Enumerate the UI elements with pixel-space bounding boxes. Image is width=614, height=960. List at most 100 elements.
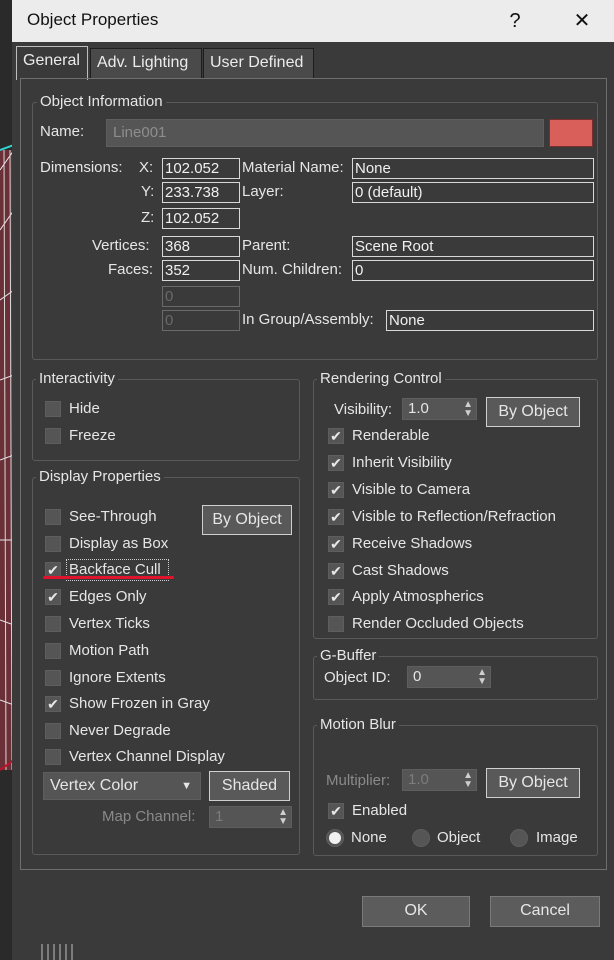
faces-value: 352 (162, 260, 240, 281)
display-as-box-label: Display as Box (69, 535, 169, 552)
dimensions-label: Dimensions: (40, 159, 123, 176)
visible-to-reflection-checkbox[interactable]: ✔ (328, 509, 344, 525)
viewport-edge-lines (41, 944, 73, 960)
cast-shadows-label: Cast Shadows (352, 562, 449, 579)
radio-object-label: Object (437, 829, 481, 846)
vertex-ticks-checkbox[interactable] (45, 616, 61, 632)
group-label: In Group/Assembly: (242, 311, 374, 328)
motion-blur-legend: Motion Blur (317, 716, 399, 733)
radio-none[interactable] (326, 829, 344, 847)
never-degrade-checkbox[interactable] (45, 723, 61, 739)
render-occluded-label: Render Occluded Objects (352, 615, 524, 632)
vertex-ticks-label: Vertex Ticks (69, 615, 150, 632)
receive-shadows-checkbox[interactable]: ✔ (328, 536, 344, 552)
apply-atmospherics-label: Apply Atmospherics (352, 588, 484, 605)
display-by-object-button[interactable]: By Object (202, 505, 292, 535)
cast-shadows-checkbox[interactable]: ✔ (328, 563, 344, 579)
visible-to-camera-label: Visible to Camera (352, 481, 471, 498)
dimension-z-value: 102.052 (162, 208, 240, 229)
rendering-by-object-button[interactable]: By Object (486, 397, 580, 427)
dimension-x-value: 102.052 (162, 158, 240, 179)
multiplier-spinner[interactable]: 1.0 ▲ ▼ (402, 769, 477, 791)
interactivity-group (32, 379, 300, 461)
rendering-control-legend: Rendering Control (317, 370, 445, 387)
dimension-y-value: 233.738 (162, 182, 240, 203)
apply-atmospherics-checkbox[interactable]: ✔ (328, 589, 344, 605)
help-button[interactable]: ? (495, 6, 535, 36)
spinner-down-icon[interactable]: ▼ (477, 677, 487, 687)
radio-none-label: None (351, 829, 387, 846)
motion-path-checkbox[interactable] (45, 643, 61, 659)
parent-value: Scene Root (352, 236, 594, 257)
object-id-value: 0 (413, 668, 422, 685)
receive-shadows-label: Receive Shadows (352, 535, 473, 552)
hide-label: Hide (69, 400, 100, 417)
render-occluded-checkbox[interactable] (328, 616, 344, 632)
display-as-box-checkbox[interactable] (45, 536, 61, 552)
display-properties-legend: Display Properties (36, 468, 164, 485)
vertex-channel-display-label: Vertex Channel Display (69, 748, 225, 765)
object-id-label: Object ID: (324, 669, 391, 686)
ignore-extents-checkbox[interactable] (45, 670, 61, 686)
interactivity-legend: Interactivity (36, 370, 118, 387)
multiplier-label: Multiplier: (326, 772, 391, 789)
map-channel-value: 1 (215, 808, 224, 825)
enabled-checkbox[interactable]: ✔ (328, 803, 344, 819)
layer-label: Layer: (242, 183, 284, 200)
map-channel-label: Map Channel: (102, 808, 196, 825)
see-through-label: See-Through (69, 508, 157, 525)
ignore-extents-label: Ignore Extents (69, 669, 166, 686)
y-label: Y: (141, 183, 155, 200)
renderable-label: Renderable (352, 427, 430, 444)
hide-checkbox[interactable] (45, 401, 61, 417)
renderable-checkbox[interactable]: ✔ (328, 428, 344, 444)
num-children-label: Num. Children: (242, 261, 343, 278)
visibility-spinner[interactable]: 1.0 ▲ ▼ (402, 398, 477, 420)
spinner-down-icon[interactable]: ▼ (463, 409, 473, 419)
layer-value: 0 (default) (352, 182, 594, 203)
map-channel-spinner[interactable]: 1 ▲ ▼ (209, 806, 292, 828)
radio-image-label: Image (536, 829, 578, 846)
freeze-checkbox[interactable] (45, 428, 61, 444)
freeze-label: Freeze (69, 427, 116, 444)
dropdown-arrow-icon: ▼ (181, 780, 192, 792)
dialog-title: Object Properties (27, 10, 159, 29)
material-name-label: Material Name: (242, 159, 344, 176)
never-degrade-label: Never Degrade (69, 722, 171, 739)
vertex-color-dropdown-value: Vertex Color (50, 777, 139, 794)
ok-button[interactable]: OK (362, 896, 470, 927)
title-bar[interactable]: Object Properties ? ✕ (12, 0, 614, 42)
x-label: X: (139, 159, 154, 176)
parent-label: Parent: (242, 237, 291, 254)
inherit-visibility-checkbox[interactable]: ✔ (328, 455, 344, 471)
shaded-button[interactable]: Shaded (209, 771, 290, 801)
radio-image[interactable] (510, 829, 528, 847)
group-value: None (386, 310, 594, 331)
visibility-label: Visibility: (334, 401, 393, 418)
tab-general[interactable]: General (16, 46, 88, 80)
tab-adv-lighting[interactable]: Adv. Lighting (90, 48, 202, 78)
object-color-swatch[interactable] (549, 119, 593, 147)
visible-to-reflection-label: Visible to Reflection/Refraction (352, 508, 556, 525)
extra-count-1: 0 (162, 286, 240, 307)
name-field[interactable]: Line001 (106, 119, 544, 147)
motion-path-label: Motion Path (69, 642, 150, 659)
visibility-value: 1.0 (408, 400, 429, 417)
enabled-label: Enabled (352, 802, 408, 819)
visible-to-camera-checkbox[interactable]: ✔ (328, 482, 344, 498)
tab-user-defined[interactable]: User Defined (203, 48, 314, 78)
vertex-color-dropdown[interactable]: Vertex Color ▼ (43, 772, 201, 800)
show-frozen-gray-checkbox[interactable]: ✔ (45, 696, 61, 712)
spinner-down-icon[interactable]: ▼ (278, 817, 288, 827)
spinner-down-icon[interactable]: ▼ (463, 780, 473, 790)
edges-only-checkbox[interactable]: ✔ (45, 589, 61, 605)
vertex-channel-display-checkbox[interactable] (45, 749, 61, 765)
cancel-button[interactable]: Cancel (490, 896, 600, 927)
vertices-value: 368 (162, 236, 240, 257)
close-button[interactable]: ✕ (562, 6, 602, 36)
see-through-checkbox[interactable] (45, 509, 61, 525)
object-id-spinner[interactable]: 0 ▲ ▼ (407, 666, 491, 688)
radio-object[interactable] (412, 829, 430, 847)
inherit-visibility-label: Inherit Visibility (352, 454, 452, 471)
motion-blur-by-object-button[interactable]: By Object (486, 768, 580, 798)
